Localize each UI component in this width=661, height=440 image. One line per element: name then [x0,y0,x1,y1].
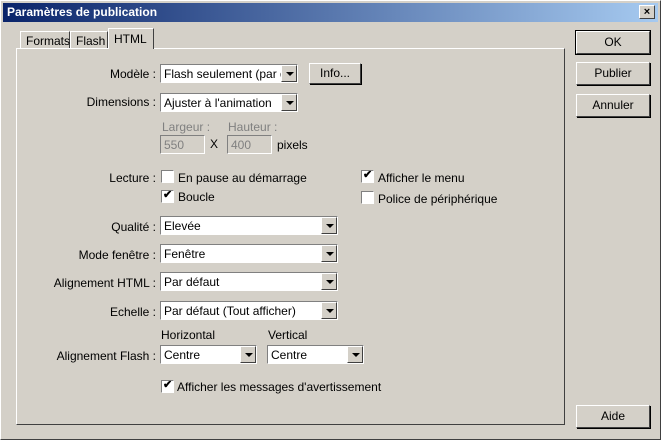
loop-checkbox[interactable] [161,188,174,203]
flash-align-h-select[interactable]: Centre [160,345,257,364]
help-button[interactable]: Aide [576,405,650,428]
times-icon: X [210,137,219,151]
pause-checkbox[interactable] [161,170,174,183]
flash-align-h-value: Centre [164,348,201,362]
warnings-label[interactable]: Afficher les messages d'avertissement [177,380,381,394]
tab-html[interactable]: HTML [108,28,154,49]
ok-button[interactable]: OK [575,30,651,55]
chevron-down-icon[interactable] [321,273,337,290]
pixels-label: pixels [277,138,308,152]
dimensions-select[interactable]: Ajuster à l'animation [160,93,298,112]
show-menu-checkbox[interactable] [361,168,374,183]
dimensions-label: Dimensions : [86,95,156,109]
template-value: Flash seulement (par déf... [164,67,298,81]
quality-label: Qualité : [111,220,156,234]
tab-flash[interactable]: Flash [70,31,108,49]
scale-label: Echelle : [109,305,156,319]
title-bar: Paramètres de publication × [3,3,658,22]
chevron-down-icon[interactable] [347,346,363,363]
flash-align-v-select[interactable]: Centre [267,345,364,364]
chevron-down-icon[interactable] [321,217,337,234]
template-label: Modèle : [109,67,156,81]
flash-align-label: Alignement Flash : [56,349,156,363]
dimensions-value: Ajuster à l'animation [164,96,272,110]
html-align-select[interactable]: Par défaut [160,272,338,291]
html-align-value: Par défaut [164,275,220,289]
template-select[interactable]: Flash seulement (par déf... [160,64,298,83]
tab-formats[interactable]: Formats [20,31,70,49]
device-font-checkbox[interactable] [361,191,374,204]
warnings-checkbox[interactable] [161,378,174,393]
width-input[interactable]: 550 [160,135,205,154]
height-label: Hauteur : [228,120,278,134]
scale-value: Par défaut (Tout afficher) [164,304,296,318]
quality-value: Elevée [164,219,201,233]
height-input[interactable]: 400 [227,135,272,154]
chevron-down-icon[interactable] [281,94,297,111]
width-label: Largeur : [162,120,211,134]
info-button[interactable]: Info... [309,63,361,84]
publish-button[interactable]: Publier [576,62,650,85]
close-icon[interactable]: × [639,5,655,19]
chevron-down-icon[interactable] [321,302,337,319]
loop-label[interactable]: Boucle [178,190,215,204]
chevron-down-icon[interactable] [240,346,256,363]
chevron-down-icon[interactable] [281,65,297,82]
cancel-button[interactable]: Annuler [576,94,650,117]
horizontal-label: Horizontal [161,328,216,342]
scale-select[interactable]: Par défaut (Tout afficher) [160,301,338,320]
chevron-down-icon[interactable] [321,245,337,262]
show-menu-label[interactable]: Afficher le menu [378,171,465,185]
pause-label[interactable]: En pause au démarrage [178,171,307,185]
window-mode-value: Fenêtre [164,247,206,261]
window-title: Paramètres de publication [7,5,158,19]
window-mode-select[interactable]: Fenêtre [160,244,338,263]
vertical-label: Vertical [268,328,308,342]
playback-label: Lecture : [109,171,156,185]
flash-align-v-value: Centre [271,348,308,362]
quality-select[interactable]: Elevée [160,216,338,235]
html-align-label: Alignement HTML : [53,276,156,290]
window-mode-label: Mode fenêtre : [78,248,156,262]
device-font-label[interactable]: Police de périphérique [378,192,497,206]
